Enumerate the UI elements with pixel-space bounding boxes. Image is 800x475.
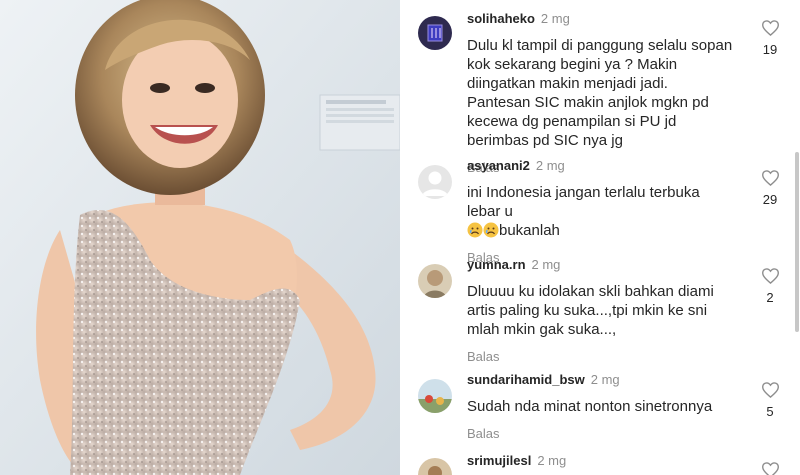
scrollbar[interactable] (795, 152, 799, 332)
comment-time: 2 mg (590, 372, 620, 387)
like-count: 5 (766, 404, 774, 419)
like-button[interactable]: 2 (758, 268, 782, 305)
comment-text: Sudah nda minat nonton sinetronnya (467, 398, 713, 415)
sad-face-emoji (483, 222, 499, 239)
like-count: 29 (762, 192, 778, 207)
comment-username[interactable]: solihaheko (467, 11, 535, 26)
comment-text-main: ini Indonesia jangan terlalu terbuka leb… (467, 184, 700, 220)
heart-icon (761, 170, 779, 186)
like-button[interactable]: 29 (758, 170, 782, 207)
comment-time: 2 mg (540, 11, 570, 26)
avatar[interactable] (418, 264, 452, 298)
avatar[interactable] (418, 165, 452, 199)
like-button[interactable]: 19 (758, 20, 782, 57)
comment-username[interactable]: srimujilesl (467, 453, 531, 468)
heart-icon (761, 462, 779, 475)
like-count: 2 (766, 290, 774, 305)
sad-face-emoji (467, 222, 483, 239)
comments-panel: solihaheko 2 mg Dulu kl tampil di panggun… (400, 0, 800, 475)
comment-username[interactable]: asyanani2 (467, 158, 530, 173)
reply-button[interactable]: Balas (467, 349, 735, 364)
photo-illustration (0, 0, 400, 475)
comment-username[interactable]: sundarihamid_bsw (467, 372, 585, 387)
comment-text: ini Indonesia jangan terlalu terbuka leb… (467, 183, 735, 240)
heart-icon (761, 20, 779, 36)
heart-icon (761, 382, 779, 398)
comment-time: 2 mg (535, 158, 565, 173)
like-button[interactable] (758, 462, 782, 475)
comment-time: 2 mg (537, 453, 567, 468)
comment-time: 2 mg (531, 257, 561, 272)
avatar[interactable] (418, 458, 452, 475)
comment-text: Dulu kl tampil di panggung selalu sopan … (467, 37, 733, 149)
avatar[interactable] (418, 379, 452, 413)
avatar[interactable] (418, 16, 452, 50)
comment-text: Dluuuu ku idolakan skli bahkan diami art… (467, 283, 714, 338)
heart-icon (761, 268, 779, 284)
like-button[interactable]: 5 (758, 382, 782, 419)
comment-username[interactable]: yumna.rn (467, 257, 526, 272)
reply-button[interactable]: Balas (467, 426, 735, 441)
post-photo (0, 0, 400, 475)
like-count: 19 (762, 42, 778, 57)
comment-text-tail: bukanlah (499, 222, 560, 239)
